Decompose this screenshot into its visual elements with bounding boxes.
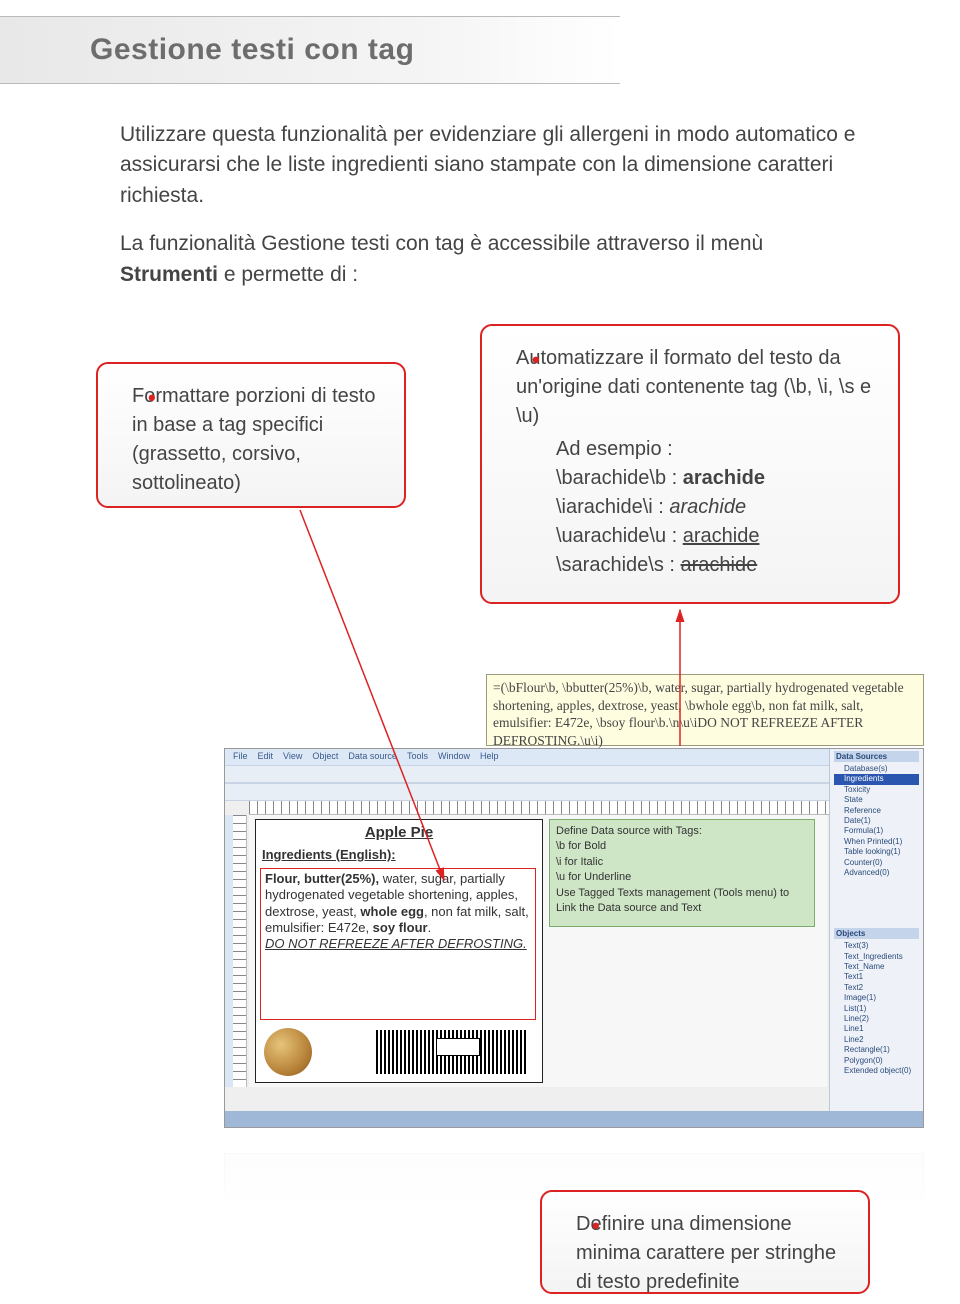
tree-obj[interactable]: Rectangle(1)	[834, 1045, 919, 1055]
label-preview: Apple Pie Ingredients (English): Flour, …	[255, 819, 543, 1083]
tree-group[interactable]: Formula(1)	[834, 826, 919, 836]
side-panel[interactable]: Data Sources Database(s) Ingredients Tox…	[829, 749, 923, 1127]
menubar[interactable]: File Edit View Object Data source Tools …	[225, 749, 923, 765]
example-label: Ad esempio :	[556, 435, 878, 464]
label-subtitle: Ingredients (English):	[262, 847, 542, 862]
example-bold: \barachide\b : arachide	[556, 464, 878, 493]
tree-obj[interactable]: Line2	[834, 1035, 919, 1045]
menu-datasource[interactable]: Data source	[348, 751, 397, 763]
panel-hdr-datasources: Data Sources	[834, 751, 919, 762]
ruler-horizontal	[249, 801, 923, 815]
label-title: Apple Pie	[256, 824, 542, 841]
menu-edit[interactable]: Edit	[258, 751, 274, 763]
tree-group[interactable]: Counter(0)	[834, 858, 919, 868]
tree-obj[interactable]: Extended object(0)	[834, 1066, 919, 1076]
intro-p2: La funzionalità Gestione testi con tag è…	[120, 229, 860, 290]
tree-db-item[interactable]: Reference	[834, 806, 919, 816]
barcode	[376, 1030, 526, 1074]
ruler-vertical	[233, 815, 247, 1087]
title-banner: Gestione testi con tag	[0, 16, 620, 84]
callout-format: • Formattare porzioni di testo in base a…	[96, 362, 406, 508]
menu-window[interactable]: Window	[438, 751, 470, 763]
panel-hdr-objects: Objects	[834, 928, 919, 939]
tree-db-ingredients[interactable]: Ingredients	[834, 774, 919, 784]
tree-obj[interactable]: Text_Ingredients	[834, 952, 919, 962]
toolbar-1[interactable]	[225, 765, 923, 783]
tree-obj[interactable]: Text1	[834, 972, 919, 982]
bullet-icon: •	[148, 382, 156, 414]
tree-group[interactable]: Table looking(1)	[834, 847, 919, 857]
tree-obj[interactable]: Text2	[834, 983, 919, 993]
define-datasource-note: Define Data source with Tags: \b for Bol…	[549, 819, 815, 927]
tree-obj[interactable]: Line(2)	[834, 1014, 919, 1024]
tree-obj[interactable]: Polygon(0)	[834, 1056, 919, 1066]
tree-db-item[interactable]: State	[834, 795, 919, 805]
tree-group[interactable]: Advanced(0)	[834, 868, 919, 878]
example-underline: \uarachide\u : arachide	[556, 522, 878, 551]
menu-tools[interactable]: Tools	[407, 751, 428, 763]
tree-obj[interactable]: Text(3)	[834, 941, 919, 951]
status-bar	[225, 1111, 923, 1127]
tree-group[interactable]: When Printed(1)	[834, 837, 919, 847]
menu-help[interactable]: Help	[480, 751, 499, 763]
callout-minsize-text: Definire una dimensione minima carattere…	[576, 1213, 836, 1293]
menu-file[interactable]: File	[233, 751, 248, 763]
intro-p1: Utilizzare questa funzionalità per evide…	[120, 120, 860, 211]
tree-db-item[interactable]: Toxicity	[834, 785, 919, 795]
design-canvas[interactable]: Apple Pie Ingredients (English): Flour, …	[249, 815, 827, 1087]
page-title: Gestione testi con tag	[90, 33, 414, 67]
tree-obj[interactable]: Line1	[834, 1024, 919, 1034]
intro-block: Utilizzare questa funzionalità per evide…	[120, 120, 860, 308]
tree-obj[interactable]: Text_Name	[834, 962, 919, 972]
example-italic: \iarachide\i : arachide	[556, 493, 878, 522]
tree-group[interactable]: Date(1)	[834, 816, 919, 826]
menu-object[interactable]: Object	[312, 751, 338, 763]
callout-auto-line1: Automatizzare il formato del testo da un…	[516, 347, 871, 427]
bullet-icon: •	[532, 344, 540, 376]
toolbar-2[interactable]	[225, 783, 923, 801]
tree-obj[interactable]: Image(1)	[834, 993, 919, 1003]
pie-image	[264, 1028, 312, 1076]
app-screenshot: File Edit View Object Data source Tools …	[224, 748, 924, 1128]
callout-format-text: Formattare porzioni di testo in base a t…	[132, 385, 375, 494]
formula-tooltip: =(\bFlour\b, \bbutter(25%)\b, water, sug…	[486, 674, 924, 746]
ingredients-box: Flour, butter(25%), water, sugar, partia…	[260, 868, 536, 1020]
tree-database[interactable]: Database(s)	[834, 764, 919, 774]
tree-obj[interactable]: List(1)	[834, 1004, 919, 1014]
example-strike: \sarachide\s : arachide	[556, 551, 878, 580]
menu-view[interactable]: View	[283, 751, 302, 763]
tool-strip[interactable]	[225, 815, 233, 1087]
bullet-icon: •	[592, 1210, 600, 1242]
callout-auto: • Automatizzare il formato del testo da …	[480, 324, 900, 604]
callout-minsize: • Definire una dimensione minima caratte…	[540, 1190, 870, 1294]
